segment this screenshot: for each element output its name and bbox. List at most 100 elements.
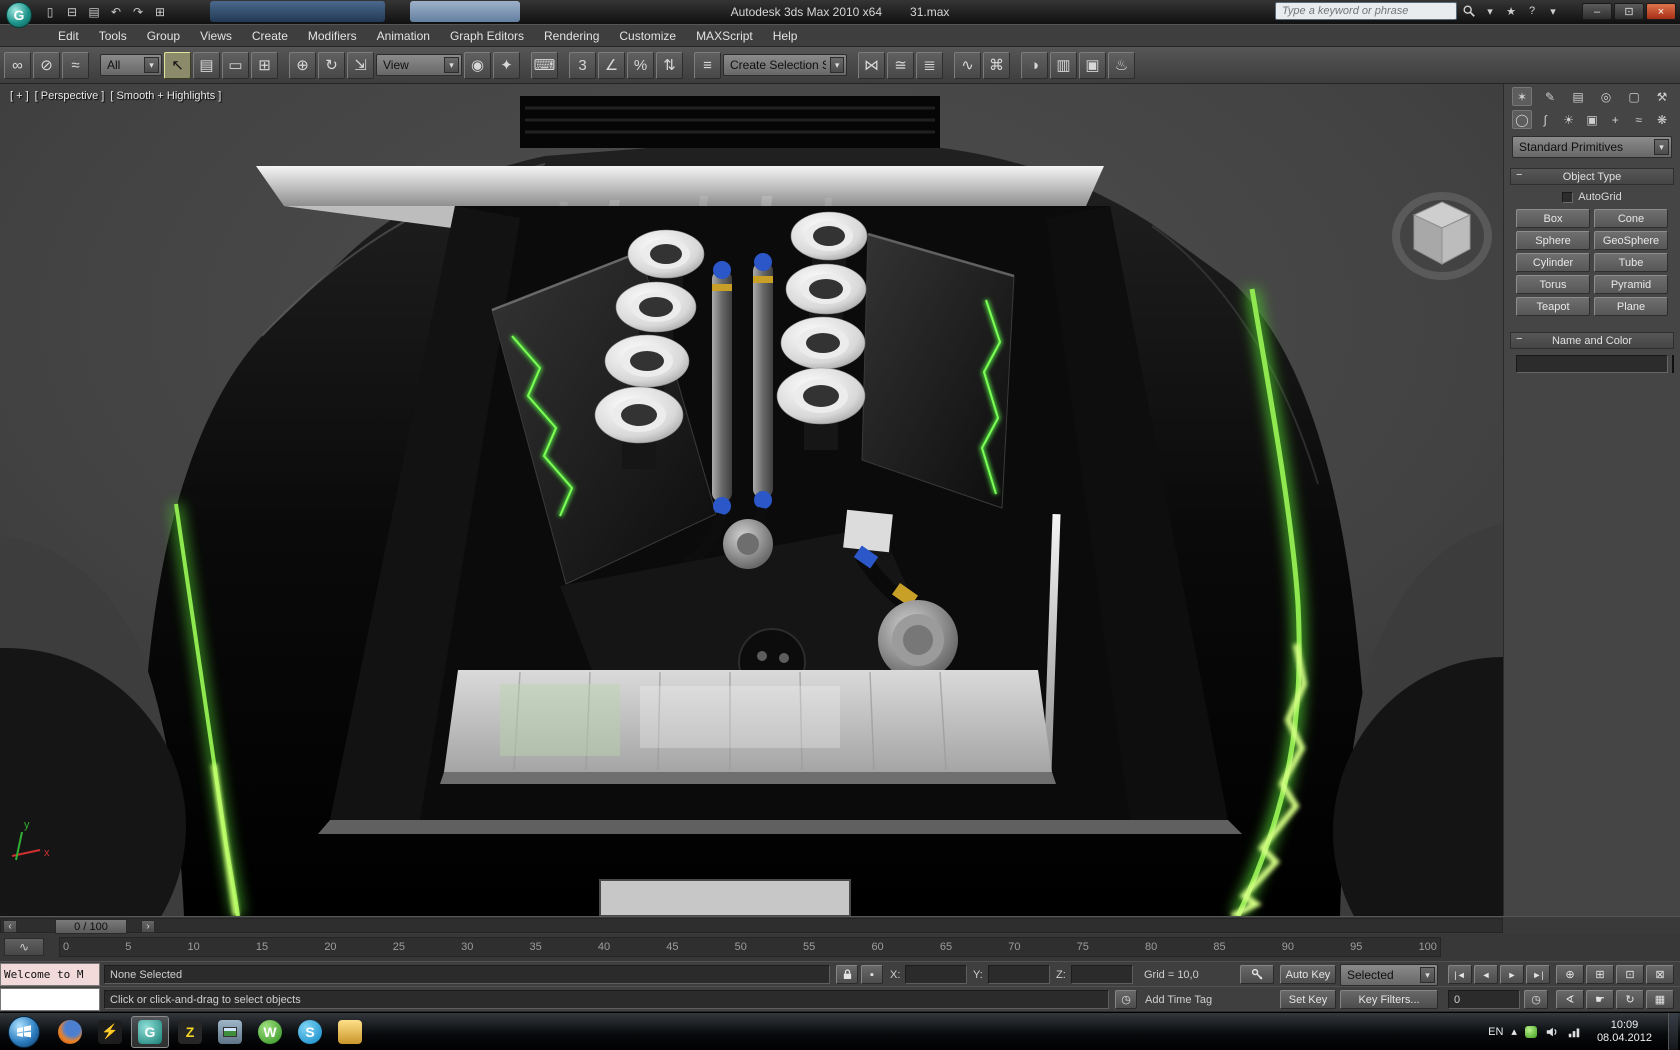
viewport-pov-menu[interactable]: [ Perspective ] [35,90,105,102]
object-type-pyramid[interactable]: Pyramid [1594,275,1668,294]
close-button[interactable]: × [1646,3,1676,20]
category-geometry-icon[interactable]: ◯ [1512,110,1532,129]
select-and-move-button[interactable]: ⊕ [289,51,316,79]
material-editor-button[interactable]: ◑ [1021,51,1048,79]
x-coordinate-field[interactable] [905,965,967,984]
object-type-plane[interactable]: Plane [1594,297,1668,316]
key-mode-dropdown[interactable]: Selected ▾ [1340,964,1438,986]
menu-modifiers[interactable]: Modifiers [298,25,367,46]
auto-key-button[interactable]: Auto Key [1280,965,1336,984]
geometry-category-dropdown[interactable]: Standard Primitives ▾ [1512,136,1672,158]
tab-modify[interactable]: ✎ [1540,87,1560,106]
selection-filter-dropdown[interactable]: All ▾ [100,54,162,76]
track-bar-ruler[interactable]: 0 5 10 15 20 25 30 35 40 45 50 55 60 65 70 75 80 85 90 95 10… [59,937,1441,957]
object-type-box[interactable]: Box [1516,209,1590,228]
zoom-extents-all-button[interactable]: ⊠ [1646,965,1674,984]
menu-maxscript[interactable]: MAXScript [686,25,763,46]
project-folder-button[interactable]: ⊞ [150,3,170,21]
select-and-link-button[interactable]: ∞ [4,51,31,79]
viewport-general-menu[interactable]: [ + ] [10,90,29,102]
edit-named-selections-button[interactable]: ≡ [694,51,721,79]
spinner-snap-toggle[interactable]: ⇅ [656,51,683,79]
tab-hierarchy[interactable]: ▤ [1568,87,1588,106]
taskbar-app-browser[interactable] [51,1016,89,1048]
menu-views[interactable]: Views [190,25,242,46]
category-spacewarps-icon[interactable]: ≈ [1629,110,1649,129]
tab-motion[interactable]: ◎ [1596,87,1616,106]
layer-manager-button[interactable]: ≣ [916,51,943,79]
select-and-rotate-button[interactable]: ↻ [318,51,345,79]
reference-coordinate-dropdown[interactable]: View ▾ [376,54,462,76]
time-slider-handle[interactable]: 0 / 100 [55,919,127,934]
render-setup-button[interactable]: ▥ [1050,51,1077,79]
pan-button[interactable]: ☛ [1586,990,1614,1009]
select-object-button[interactable]: ↖ [164,51,191,79]
new-scene-button[interactable]: ▯ [40,3,60,21]
angle-snap-toggle[interactable]: ∠ [598,51,625,79]
viewport-shading-menu[interactable]: [ Smooth + Highlights ] [110,90,221,102]
mini-curve-editor-button[interactable]: ∿ [4,938,44,956]
rendered-frame-window-button[interactable]: ▣ [1079,51,1106,79]
taskbar-app-media[interactable] [211,1016,249,1048]
set-keys-button[interactable] [1240,965,1274,984]
time-tag-icon[interactable]: ◷ [1115,990,1137,1009]
select-by-name-button[interactable]: ▤ [193,51,220,79]
tab-display[interactable]: ▢ [1624,87,1644,106]
window-crossing-toggle[interactable]: ⊞ [251,51,278,79]
play-button[interactable]: ► [1500,965,1524,984]
set-key-button[interactable]: Set Key [1280,990,1336,1009]
restore-button[interactable]: ⊡ [1614,3,1644,20]
object-type-torus[interactable]: Torus [1516,275,1590,294]
favorites-star-icon[interactable]: ★ [1502,2,1520,20]
object-type-tube[interactable]: Tube [1594,253,1668,272]
use-pivot-center-button[interactable]: ◉ [464,51,491,79]
help-icon[interactable]: ? [1523,2,1541,20]
keyboard-override-toggle[interactable]: ⌨ [531,51,558,79]
time-configuration-button[interactable]: ◷ [1524,990,1548,1009]
infocenter-search-input[interactable] [1275,2,1457,20]
object-type-cone[interactable]: Cone [1594,209,1668,228]
curve-editor-button[interactable]: ∿ [954,51,981,79]
go-to-end-button[interactable]: ►| [1526,965,1550,984]
redo-button[interactable]: ↷ [128,3,148,21]
mirror-button[interactable]: ⋈ [858,51,885,79]
named-selection-dropdown[interactable]: Create Selection Se ▾ [723,54,847,76]
help-chevron-icon[interactable]: ▾ [1544,2,1562,20]
bind-to-space-warp-button[interactable]: ≈ [62,51,89,79]
taskbar-app-skype[interactable]: S [291,1016,329,1048]
network-icon[interactable] [1567,1025,1581,1039]
previous-frame-button[interactable]: ◄ [1474,965,1498,984]
selection-lock-toggle[interactable] [836,965,858,984]
go-to-start-button[interactable]: |◄ [1448,965,1472,984]
open-file-button[interactable]: ⊟ [62,3,82,21]
current-frame-field[interactable] [1448,990,1520,1009]
tab-utilities[interactable]: ⚒ [1652,87,1672,106]
snap-toggle-3d-button[interactable]: 3 [569,51,596,79]
menu-edit[interactable]: Edit [48,25,89,46]
menu-graph-editors[interactable]: Graph Editors [440,25,534,46]
taskbar-clock[interactable]: 10:09 08.04.2012 [1589,1019,1660,1045]
menu-tools[interactable]: Tools [89,25,137,46]
absolute-offset-toggle[interactable]: ▪ [861,965,883,984]
menu-rendering[interactable]: Rendering [534,25,609,46]
object-type-cylinder[interactable]: Cylinder [1516,253,1590,272]
autogrid-checkbox[interactable] [1562,191,1574,203]
app-logo-button[interactable]: G [6,2,32,28]
taskbar-app-3dsmax[interactable]: G [131,1015,169,1048]
menu-group[interactable]: Group [137,25,190,46]
taskbar-app-utility[interactable]: ⚡ [91,1016,129,1048]
zoom-button[interactable]: ⊕ [1556,965,1584,984]
menu-customize[interactable]: Customize [609,25,686,46]
category-shapes-icon[interactable]: ∫ [1535,110,1555,129]
object-type-rollout-header[interactable]: − Object Type [1510,168,1674,185]
object-type-geosphere[interactable]: GeoSphere [1594,231,1668,250]
next-frame-arrow[interactable]: › [141,920,155,933]
menu-help[interactable]: Help [763,25,808,46]
category-cameras-icon[interactable]: ▣ [1582,110,1602,129]
selection-region-button[interactable]: ▭ [222,51,249,79]
percent-snap-toggle[interactable]: % [627,51,654,79]
search-icon[interactable] [1460,2,1478,20]
z-coordinate-field[interactable] [1071,965,1133,984]
add-time-tag[interactable]: Add Time Tag [1145,990,1212,1009]
select-and-scale-button[interactable]: ⇲ [347,51,374,79]
